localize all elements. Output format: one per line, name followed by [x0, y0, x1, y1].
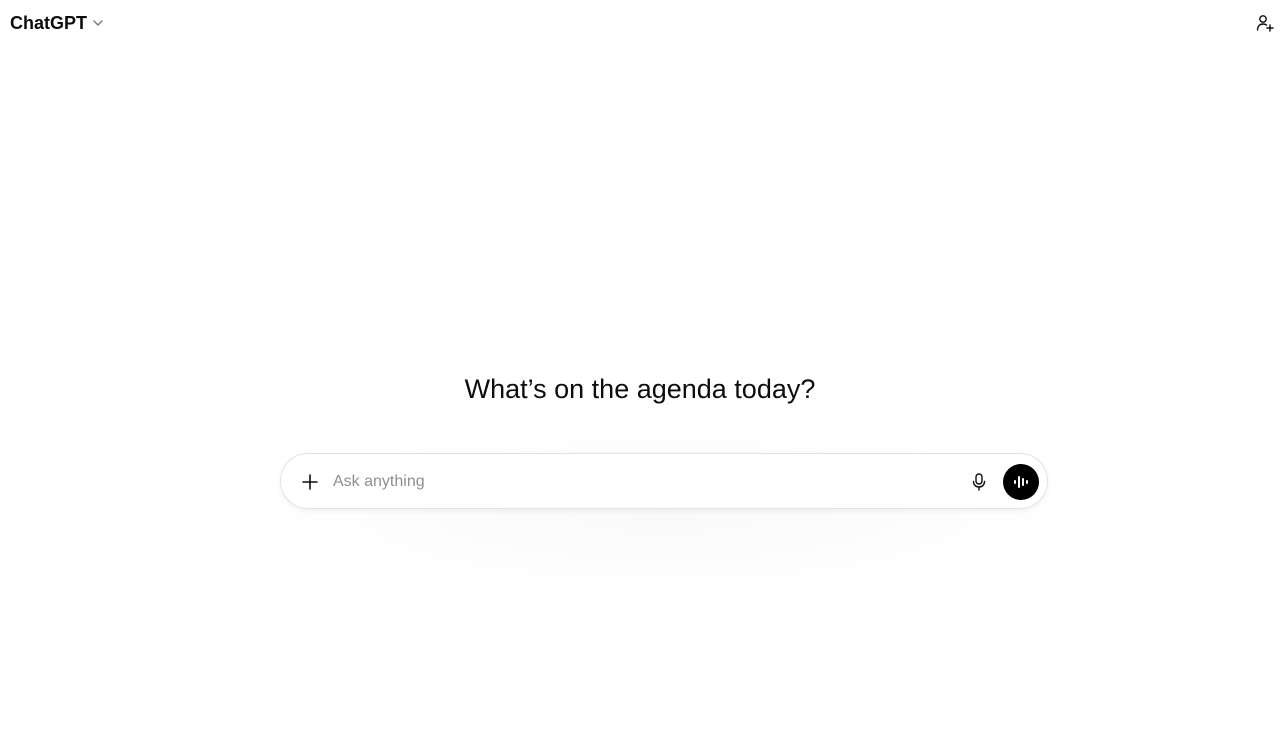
- composer-glow: [250, 420, 1080, 600]
- model-name: ChatGPT: [10, 12, 88, 33]
- hero-section: What’s on the agenda today?: [0, 370, 1280, 408]
- dictate-button[interactable]: [965, 468, 993, 496]
- chatgpt-app: ChatGPT What’s on the agenda today?: [0, 0, 1280, 738]
- plus-icon: [301, 473, 319, 491]
- add-user-icon: [1255, 13, 1275, 33]
- add-user-button[interactable]: [1252, 10, 1278, 36]
- add-attachment-button[interactable]: [295, 467, 325, 497]
- page-title: What’s on the agenda today?: [464, 374, 816, 404]
- chevron-down-icon: [91, 16, 105, 30]
- voice-mode-button[interactable]: [1003, 464, 1039, 500]
- prompt-composer: [280, 453, 1048, 509]
- microphone-icon: [970, 472, 988, 492]
- top-header: ChatGPT: [0, 0, 1280, 46]
- voice-waveform-icon: [1012, 473, 1030, 491]
- model-selector-button[interactable]: ChatGPT: [4, 6, 111, 40]
- prompt-input[interactable]: [333, 466, 953, 498]
